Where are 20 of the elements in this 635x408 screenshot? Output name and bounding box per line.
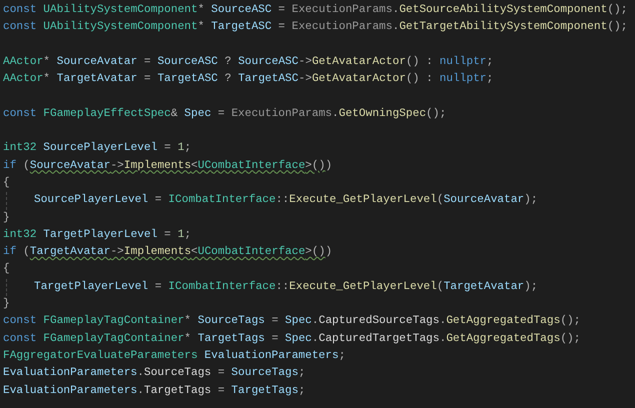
code-line: const FGameplayTagContainer* TargetTags = Spec.CapturedTargetTags.GetAggregatedTags(); bbox=[3, 332, 580, 347]
code-line: const UAbilitySystemComponent* TargetASC = ExecutionParams.GetTargetAbilitySystemComponent(); bbox=[3, 20, 628, 36]
code-line: { bbox=[3, 262, 10, 278]
code-line: AActor* TargetAvatar = TargetASC ? TargetASC->GetAvatarActor() : nullptr; bbox=[3, 72, 494, 88]
code-line: FAggregatorEvaluateParameters EvaluationParameters; bbox=[3, 348, 346, 364]
code-line: int32 TargetPlayerLevel = 1; bbox=[3, 228, 192, 243]
code-line: { bbox=[3, 176, 10, 191]
code-line: } bbox=[3, 296, 10, 312]
code-line: AActor* SourceAvatar = SourceASC ? SourceASC->GetAvatarActor() : nullptr; bbox=[3, 54, 494, 70]
code-line: } bbox=[3, 210, 10, 226]
code-line: const UAbilitySystemComponent* SourceASC = ExecutionParams.GetSourceAbilitySystemComponent(); bbox=[3, 2, 628, 18]
code-line: int32 SourcePlayerLevel = 1; bbox=[3, 140, 192, 156]
code-line: if (TargetAvatar->Implements<UCombatInterface>()) bbox=[3, 244, 332, 260]
code-line: const FGameplayTagContainer* SourceTags = Spec.CapturedSourceTags.GetAggregatedTags(); bbox=[3, 314, 580, 330]
code-line: EvaluationParameters.SourceTags = SourceTags; bbox=[3, 366, 306, 382]
code-line: const FGameplayEffectSpec& Spec = ExecutionParams.GetOwningSpec(); bbox=[3, 106, 446, 122]
code-line: EvaluationParameters.TargetTags = TargetTags; bbox=[3, 384, 306, 399]
code-line: TargetPlayerLevel = ICombatInterface::Execute_GetPlayerLevel(TargetAvatar); bbox=[34, 280, 538, 295]
code-line: if (SourceAvatar->Implements<UCombatInterface>()) bbox=[3, 158, 332, 174]
code-line: SourcePlayerLevel = ICombatInterface::Execute_GetPlayerLevel(SourceAvatar); bbox=[34, 192, 538, 208]
